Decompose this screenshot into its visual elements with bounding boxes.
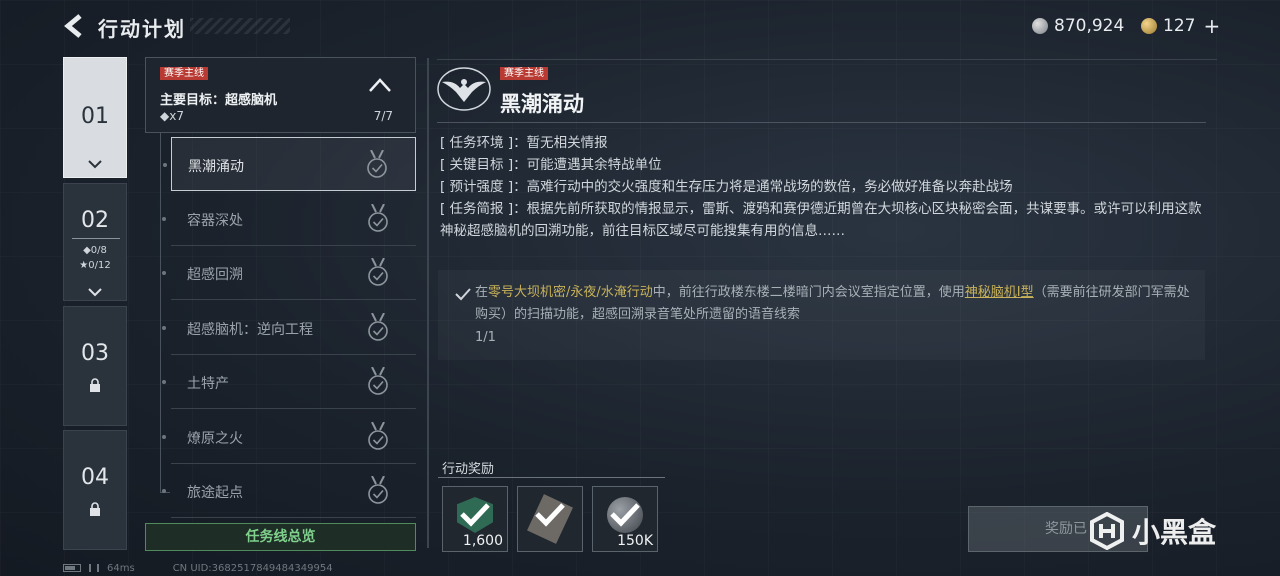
page-title: 行动计划 <box>98 17 186 41</box>
chapter-tab-04[interactable]: 04 <box>63 430 127 550</box>
objective-item-link[interactable]: 神秘脑机Ⅰ型 <box>965 285 1034 300</box>
reward-quantity: 1,600 <box>462 533 503 549</box>
quest-item-label: 旅途起点 <box>187 485 243 501</box>
title-decoration <box>190 18 290 34</box>
battery-icon <box>63 564 81 572</box>
season-main-tag: 赛季主线 <box>160 67 208 80</box>
reward-item-1[interactable]: 1,600 <box>442 486 508 552</box>
watermark-text: 小黑盒 <box>1132 516 1217 549</box>
chapter-star-progress: ★0/12 <box>79 260 111 271</box>
checkmark-icon <box>454 286 472 301</box>
add-currency-icon[interactable]: + <box>1203 14 1220 38</box>
eagle-emblem-icon <box>436 66 492 112</box>
quest-item-label: 容器深处 <box>187 212 243 229</box>
chapter-diamond-progress: ◆0/8 <box>83 245 107 256</box>
rewards-divider <box>438 477 665 478</box>
reward-quantity: 150K <box>617 533 653 549</box>
status-bar: 64ms CN UID:3682517849484349954 <box>63 562 463 574</box>
questline-overview-button[interactable]: 任务线总览 <box>145 523 416 551</box>
tree-node-dot <box>162 325 166 330</box>
panel-top-line <box>437 59 1217 60</box>
tree-node-dot <box>162 489 166 493</box>
tree-node-dot <box>162 216 166 221</box>
signal-icon <box>89 564 99 572</box>
currency-secondary-value: 127 <box>1163 16 1196 36</box>
reward-item-3[interactable]: 150K <box>592 486 658 552</box>
ping-value: 64ms <box>107 562 135 574</box>
info-environment: [ 任务环境 ]：暂无相关情报 <box>440 135 608 151</box>
heybox-logo-icon <box>1090 512 1124 550</box>
lock-icon <box>89 377 101 396</box>
quest-item[interactable]: 旅途起点 <box>162 464 416 518</box>
title-divider <box>437 122 1206 123</box>
quest-item-label: 超感回溯 <box>187 267 243 283</box>
completed-medal-icon <box>366 203 390 234</box>
completed-medal-icon <box>366 312 390 343</box>
tree-node-dot <box>162 434 166 439</box>
back-arrow-icon[interactable] <box>62 12 86 40</box>
chevron-up-icon[interactable] <box>367 76 393 94</box>
reward-item-2[interactable] <box>517 486 583 552</box>
rewards-label: 行动奖励 <box>442 462 495 477</box>
watermark: 小黑盒 <box>1088 510 1216 552</box>
questline-reward-count: ◆x7 <box>160 109 184 123</box>
quest-item[interactable]: 黑潮涌动 <box>163 137 416 191</box>
objective-progress: 1/1 <box>475 330 496 345</box>
quest-item[interactable]: 土特产 <box>162 355 416 409</box>
lock-icon <box>89 501 101 520</box>
info-key-target: [ 关键目标 ]：可能遭遇其余特战单位 <box>440 157 662 173</box>
divider <box>72 238 120 239</box>
top-bar: 行动计划 870,924 127 + <box>0 0 1280 52</box>
quest-item-label: 土特产 <box>187 376 229 392</box>
questline-title: 主要目标：超感脑机 <box>160 93 278 108</box>
objective-box: 在零号大坝机密/永夜/水淹行动中，前往行政楼东楼二楼暗门内会议室指定位置，使用神… <box>438 270 1205 360</box>
tree-node-dot <box>162 271 166 275</box>
completed-medal-icon <box>365 149 389 180</box>
tree-node-dot <box>163 163 167 167</box>
claimed-check-icon <box>534 501 566 527</box>
chapter-tab-02[interactable]: 02 ◆0/8 ★0/12 <box>63 183 127 301</box>
chapter-number: 04 <box>81 465 109 490</box>
currency-primary-value: 870,924 <box>1054 16 1125 36</box>
info-briefing: [ 任务简报 ]：根据先前所获取的情报显示，雷斯、渡鸦和赛伊德近期曾在大坝核心区… <box>440 201 1202 239</box>
completed-medal-icon <box>366 257 390 288</box>
panel-divider <box>427 58 429 548</box>
mission-title: 黑潮涌动 <box>500 92 584 116</box>
mission-info: [ 任务环境 ]：暂无相关情报 [ 关键目标 ]：可能遭遇其余特战单位 [ 预计… <box>440 132 1210 242</box>
quest-item-label: 超感脑机：逆向工程 <box>187 321 313 338</box>
chapter-tab-03[interactable]: 03 <box>63 306 127 426</box>
silver-coin-icon <box>1032 18 1048 34</box>
questline-progress: 7/7 <box>373 109 393 123</box>
tree-node-dot <box>162 380 166 384</box>
quest-item-label: 燎原之火 <box>187 430 243 447</box>
quest-item[interactable]: 超感脑机：逆向工程 <box>162 301 416 355</box>
completed-medal-icon <box>366 475 390 506</box>
chevron-down-icon <box>87 158 103 172</box>
objective-text: 在零号大坝机密/永夜/水淹行动中，前往行政楼东楼二楼暗门内会议室指定位置，使用神… <box>475 285 1190 322</box>
currency-secondary[interactable]: 127 + <box>1141 14 1220 38</box>
quest-item[interactable]: 超感回溯 <box>162 246 416 300</box>
chevron-down-icon <box>87 286 103 300</box>
quest-item-label: 黑潮涌动 <box>188 159 244 175</box>
season-main-tag: 赛季主线 <box>500 67 548 80</box>
chapter-number: 02 <box>81 208 109 233</box>
info-intensity: [ 预计强度 ]：高难行动中的交火强度和生存压力将是通常战场的数倍，务必做好准备… <box>440 179 1013 195</box>
completed-medal-icon <box>366 421 390 452</box>
claimed-check-icon <box>459 501 491 527</box>
currency-primary: 870,924 <box>1032 14 1124 38</box>
quest-item[interactable]: 燎原之火 <box>162 410 416 464</box>
gold-coin-icon <box>1141 18 1157 34</box>
completed-medal-icon <box>366 366 390 397</box>
objective-map: 零号大坝机密/永夜/水淹行动 <box>488 285 653 300</box>
uid-value: CN UID:3682517849484349954 <box>172 562 333 574</box>
quest-item[interactable]: 容器深处 <box>162 192 416 246</box>
tree-connector <box>160 133 161 493</box>
chapter-tab-01[interactable]: 01 <box>63 57 127 178</box>
chapter-number: 03 <box>81 341 109 366</box>
questline-header[interactable]: 赛季主线 主要目标：超感脑机 ◆x7 7/7 <box>145 57 416 133</box>
chapter-number: 01 <box>81 104 109 129</box>
claimed-check-icon <box>609 501 641 527</box>
